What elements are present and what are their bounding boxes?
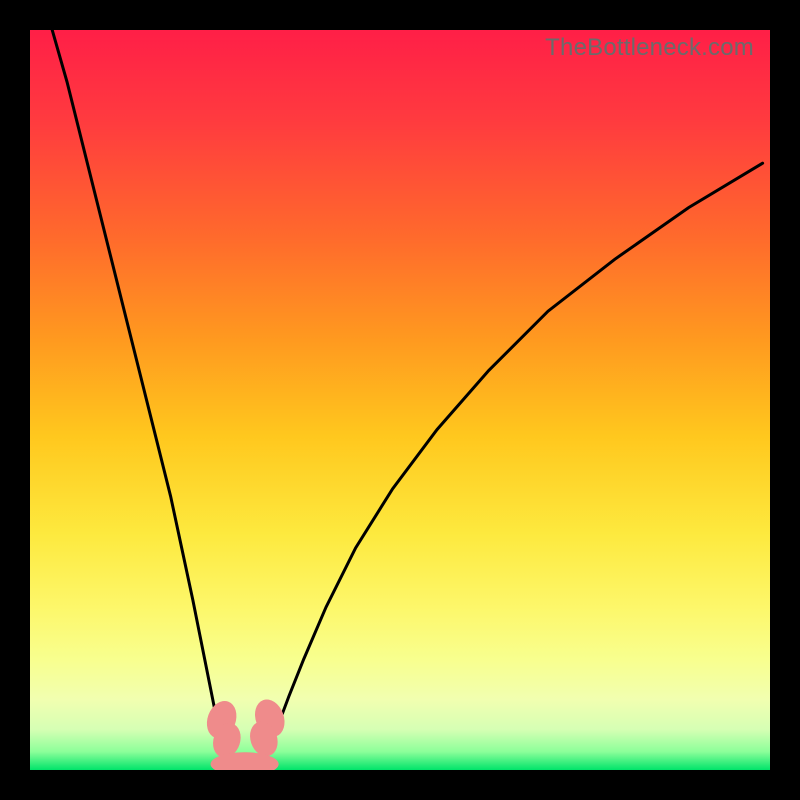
- curve-layer: [30, 30, 770, 770]
- outer-frame: TheBottleneck.com: [0, 0, 800, 800]
- curve-right-branch: [268, 163, 762, 748]
- plot-area: TheBottleneck.com: [30, 30, 770, 770]
- curve-left-branch: [52, 30, 225, 748]
- watermark-text: TheBottleneck.com: [545, 34, 754, 62]
- marker-group: [202, 695, 290, 770]
